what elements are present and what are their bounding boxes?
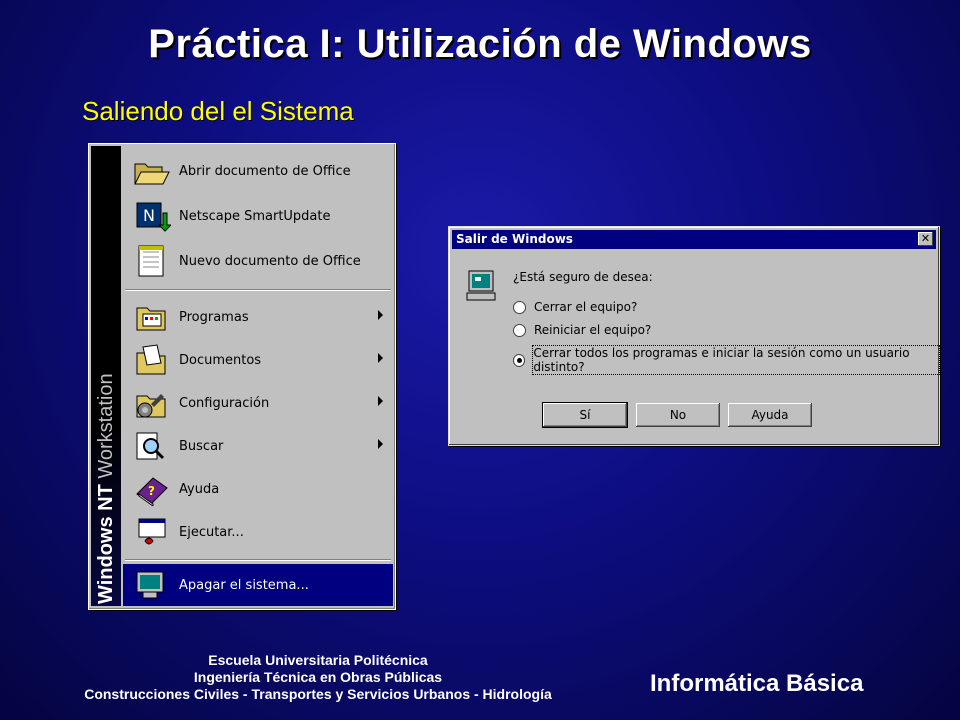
help-book-icon: ?	[131, 472, 171, 507]
menu-item-label: Programas	[179, 309, 249, 325]
radio-button[interactable]	[513, 323, 526, 337]
help-button[interactable]: Ayuda	[728, 403, 812, 427]
submenu-arrow-icon	[378, 310, 383, 320]
start-menu-banner: Windows NT Workstation	[91, 146, 121, 606]
footer-line-2: Ingeniería Técnica en Obras Públicas	[193, 669, 443, 685]
dialog-titlebar[interactable]: Salir de Windows ✕	[452, 230, 936, 249]
menu-item-label: Ejecutar...	[179, 524, 244, 540]
footer-line-3: Construcciones Civiles - Transportes y S…	[84, 686, 552, 702]
option-label: Cerrar todos los programas e iniciar la …	[532, 345, 940, 375]
submenu-arrow-icon	[378, 439, 383, 449]
slide-subtitle: Saliendo del el Sistema	[82, 96, 354, 126]
option-cerrar-equipo[interactable]: Cerrar el equipo?	[513, 300, 637, 314]
option-label: Reiniciar el equipo?	[534, 323, 652, 337]
menu-separator	[125, 559, 391, 561]
shutdown-dialog: Salir de Windows ✕ ¿Está seguro de desea…	[448, 226, 940, 446]
option-label: Cerrar el equipo?	[534, 300, 638, 314]
radio-button[interactable]	[513, 300, 526, 314]
menu-item-label: Abrir documento de Office	[179, 163, 351, 179]
computer-icon	[465, 269, 499, 308]
run-icon	[131, 515, 171, 549]
menu-item-configuracion[interactable]: Configuración	[123, 382, 393, 424]
no-button[interactable]: No	[636, 403, 720, 427]
programs-icon	[131, 300, 171, 334]
menu-item-label: Netscape SmartUpdate	[179, 208, 331, 224]
option-cerrar-sesion[interactable]: Cerrar todos los programas e iniciar la …	[513, 345, 940, 375]
menu-item-ayuda[interactable]: ? Ayuda	[123, 468, 393, 510]
netscape-update-icon: N	[131, 199, 173, 233]
menu-item-label: Apagar el sistema...	[179, 577, 309, 593]
svg-text:N: N	[143, 206, 155, 225]
search-icon	[131, 429, 171, 463]
settings-icon	[131, 386, 171, 420]
menu-item-netscape[interactable]: N Netscape SmartUpdate	[123, 195, 393, 237]
menu-separator	[125, 289, 391, 291]
footer-line-1: Escuela Universitaria Politécnica	[208, 652, 428, 668]
menu-item-apagar[interactable]: Apagar el sistema...	[123, 564, 393, 606]
banner-text-light: Workstation	[95, 373, 117, 485]
submenu-arrow-icon	[378, 396, 383, 406]
yes-button[interactable]: Sí	[542, 402, 628, 428]
menu-item-ejecutar[interactable]: Ejecutar...	[123, 511, 393, 553]
menu-item-label: Nuevo documento de Office	[179, 253, 361, 269]
menu-item-buscar[interactable]: Buscar	[123, 425, 393, 467]
footer-institution: Escuela Universitaria Politécnica Ingeni…	[0, 652, 636, 703]
menu-item-label: Buscar	[179, 438, 224, 454]
slide-title: Práctica I: Utilización de Windows	[148, 22, 812, 66]
menu-item-documentos[interactable]: Documentos	[123, 339, 393, 381]
dialog-question: ¿Está seguro de desea:	[513, 270, 653, 284]
menu-item-nuevo-documento[interactable]: Nuevo documento de Office	[123, 240, 393, 282]
menu-item-label: Documentos	[179, 352, 262, 368]
close-button[interactable]: ✕	[918, 232, 933, 246]
start-menu: Windows NT Workstation Abrir documento d…	[88, 143, 396, 610]
shutdown-icon	[131, 568, 171, 602]
footer-course: Informática Básica	[650, 670, 864, 697]
folder-open-icon	[131, 154, 171, 188]
menu-item-label: Ayuda	[179, 481, 220, 497]
new-document-icon	[131, 244, 171, 278]
menu-item-label: Configuración	[179, 395, 270, 411]
menu-item-abrir-documento[interactable]: Abrir documento de Office	[123, 150, 393, 192]
menu-item-programas[interactable]: Programas	[123, 296, 393, 338]
submenu-arrow-icon	[378, 353, 383, 363]
option-reiniciar-equipo[interactable]: Reiniciar el equipo?	[513, 323, 651, 337]
banner-text-bold: Windows NT	[95, 484, 117, 604]
dialog-title: Salir de Windows	[456, 232, 573, 246]
svg-text:?: ?	[148, 484, 155, 498]
radio-button-selected[interactable]	[513, 353, 526, 367]
documents-icon	[131, 343, 171, 377]
